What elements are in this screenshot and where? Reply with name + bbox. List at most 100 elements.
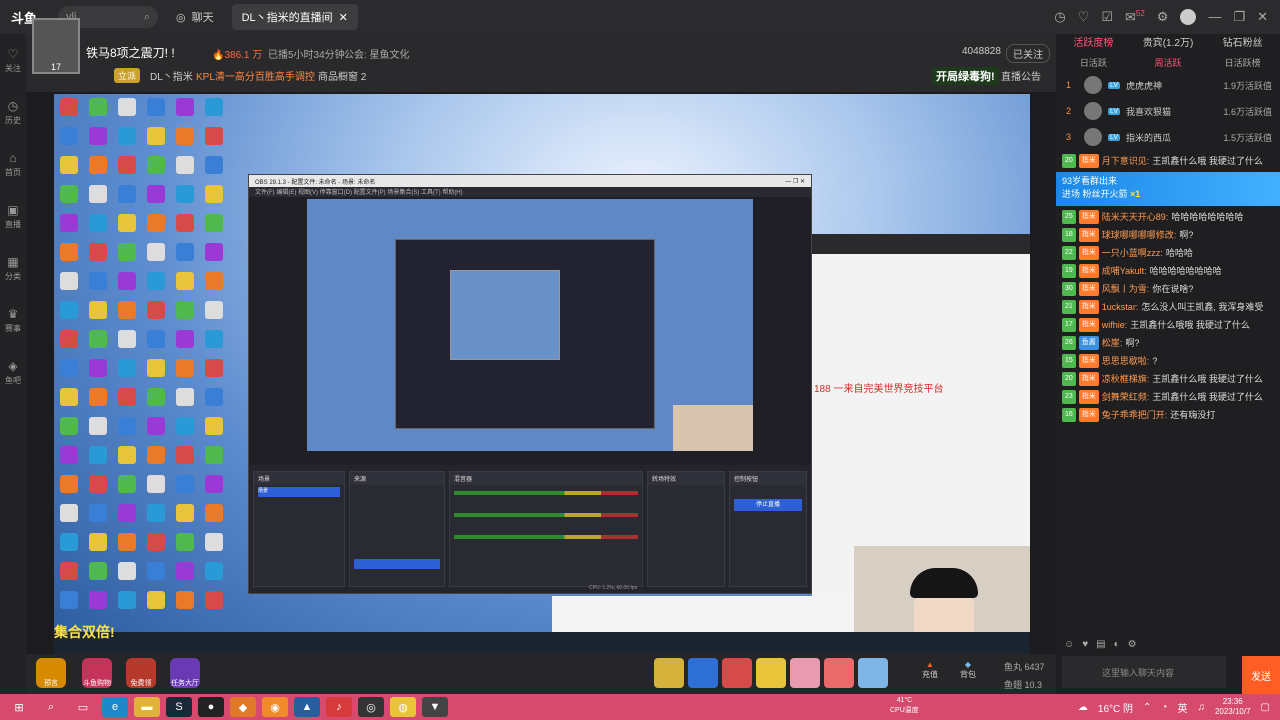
- color-icon[interactable]: ◐: [1114, 639, 1120, 650]
- desktop-app-icon: [176, 359, 194, 377]
- weather-icon[interactable]: ☁: [1078, 702, 1088, 713]
- minimize-icon[interactable]: —: [1208, 9, 1221, 25]
- emoji-icon[interactable]: ☺: [1064, 639, 1074, 650]
- task-view-icon[interactable]: ▭: [70, 697, 96, 717]
- app-icon[interactable]: ◍: [390, 697, 416, 717]
- home-icon: ⌂: [9, 150, 17, 165]
- chat-nickname[interactable]: 思思思歇啦:: [1102, 354, 1150, 368]
- fan-badge: 指米: [1078, 408, 1099, 422]
- barrage-icon[interactable]: ▤: [1096, 639, 1105, 650]
- gift-label: 预言: [44, 680, 58, 687]
- up-arrow-icon[interactable]: ⌃: [1143, 702, 1151, 713]
- clock[interactable]: 23:36 2023/10/7: [1215, 697, 1251, 717]
- chat-nickname[interactable]: 月下意识见:: [1102, 154, 1150, 168]
- douyu-icon[interactable]: ◉: [262, 697, 288, 717]
- settings-icon[interactable]: ⚙: [1157, 9, 1169, 25]
- subtab-daily-rank[interactable]: 日活跃榜: [1205, 54, 1280, 72]
- gift-item[interactable]: [824, 658, 854, 688]
- app-icon[interactable]: ▼: [422, 697, 448, 717]
- chat-nickname[interactable]: 兔子乖乖把门开:: [1102, 408, 1168, 422]
- tab-activity-rank[interactable]: 活跃度榜: [1056, 34, 1131, 54]
- gift-icon[interactable]: ✉52: [1125, 9, 1145, 25]
- nav-follow[interactable]: ♡ 关注: [0, 34, 26, 86]
- chat-nickname[interactable]: 陆米天天开心89:: [1102, 210, 1169, 224]
- tab-live-room[interactable]: DL丶指米的直播间 ✕: [231, 4, 358, 30]
- fan-badge-icon[interactable]: ♥: [1082, 639, 1088, 650]
- gift-item[interactable]: [722, 658, 752, 688]
- steam-icon[interactable]: S: [166, 697, 192, 717]
- user-avatar-icon[interactable]: [1180, 8, 1197, 25]
- search-icon[interactable]: ⌕: [144, 11, 150, 24]
- nav-match[interactable]: ♛ 赛事: [0, 294, 26, 346]
- network-icon[interactable]: ◔: [1161, 702, 1167, 713]
- chat-nickname[interactable]: 一只小蓝啊zzz:: [1102, 246, 1163, 260]
- tab-chat[interactable]: ◎ 聊天: [166, 4, 224, 30]
- live-icon: ▣: [7, 202, 19, 217]
- rank-row[interactable]: 3 LV 指米的西瓜 1.5万活跃值: [1056, 124, 1280, 150]
- task-icon[interactable]: ☑: [1101, 9, 1113, 25]
- rank-row[interactable]: 2 LV 我喜欢狠猫 1.6万活跃值: [1056, 98, 1280, 124]
- restore-icon[interactable]: ❐: [1233, 9, 1245, 25]
- ime-language[interactable]: 英: [1177, 700, 1187, 715]
- nav-category[interactable]: ▦ 分类: [0, 242, 26, 294]
- chat-nickname[interactable]: wifhie:: [1102, 318, 1128, 332]
- windows-start-icon[interactable]: ⊞: [6, 697, 32, 717]
- chat-nickname[interactable]: 成哺Yakult:: [1102, 264, 1147, 278]
- streamer-avatar[interactable]: 17: [32, 18, 80, 74]
- gift-item[interactable]: [654, 658, 684, 688]
- free-gift-button[interactable]: 免费领: [126, 658, 156, 688]
- audio-meter: [454, 513, 638, 517]
- predict-button[interactable]: 预言: [36, 658, 66, 688]
- nav-home[interactable]: ⌂ 首页: [0, 138, 26, 190]
- chat-nickname[interactable]: 剑舞荣红频:: [1102, 390, 1150, 404]
- send-button[interactable]: 发送: [1242, 656, 1280, 694]
- chat-nickname[interactable]: 松崖:: [1102, 336, 1123, 350]
- gift-item[interactable]: [688, 658, 718, 688]
- netease-icon[interactable]: ♪: [326, 697, 352, 717]
- task-hall-button[interactable]: 任务大厅: [170, 658, 200, 688]
- app-icon[interactable]: ▲: [294, 697, 320, 717]
- chat-nickname[interactable]: 风飘丨为雪:: [1102, 282, 1150, 296]
- streamer-name[interactable]: DL丶指米: [150, 68, 193, 83]
- tab-diamond-fans[interactable]: 钻石粉丝: [1205, 34, 1280, 54]
- gift-item[interactable]: [858, 658, 888, 688]
- gift-item[interactable]: [756, 658, 786, 688]
- promo-banner[interactable]: 开局绿毒狗!: [932, 67, 999, 85]
- close-tab-icon[interactable]: ✕: [339, 11, 348, 24]
- nav-history[interactable]: ◷ 历史: [0, 86, 26, 138]
- history-icon[interactable]: ◷: [1054, 9, 1065, 25]
- yuchi-balance: 鱼翅 10.3: [1004, 678, 1042, 691]
- obs-icon[interactable]: ●: [198, 697, 224, 717]
- subtab-weekly[interactable]: 周活跃: [1131, 54, 1206, 72]
- rank-row[interactable]: 1 LV 虎虎虎神 1.9万活跃值: [1056, 72, 1280, 98]
- gift-item[interactable]: [790, 658, 820, 688]
- search-icon[interactable]: ⌕: [38, 697, 64, 717]
- desktop-app-icon: [60, 591, 78, 609]
- setting-icon[interactable]: ⚙: [1128, 639, 1137, 650]
- nav-fishbar[interactable]: ◈ 鱼吧: [0, 346, 26, 398]
- folder-icon[interactable]: ▬: [134, 697, 160, 717]
- recharge-button[interactable]: ▲ 充值: [922, 660, 938, 680]
- subtab-daily[interactable]: 日活跃: [1056, 54, 1131, 72]
- chat-nickname[interactable]: 1uckstar:: [1102, 300, 1139, 314]
- heart-icon[interactable]: ♡: [1078, 9, 1090, 25]
- chat-input[interactable]: 这里输入聊天内容: [1062, 656, 1226, 688]
- edge-icon[interactable]: e: [102, 697, 128, 717]
- backpack-button[interactable]: ◆ 背包: [960, 660, 976, 680]
- chat-nickname[interactable]: 凉秋框梯旗:: [1102, 372, 1150, 386]
- video-player[interactable]: OBS 29.1.3 - 配置文件: 未命名 - 场景: 未命名 — ❐ ✕ 文件…: [54, 94, 1030, 654]
- announcement-link[interactable]: 直播公告: [1001, 68, 1041, 83]
- app-icon[interactable]: ◎: [358, 697, 384, 717]
- shop-button[interactable]: 斗鱼购物: [82, 658, 112, 688]
- notification-icon[interactable]: ▢: [1261, 702, 1270, 713]
- tab-vip[interactable]: 贵宾(1.2万): [1131, 34, 1206, 54]
- volume-icon[interactable]: ♫: [1197, 702, 1205, 713]
- shop-window-link[interactable]: 商品橱窗 2: [318, 68, 366, 83]
- chat-nickname[interactable]: 球球哪哪哪哪修改:: [1102, 228, 1177, 242]
- nav-live[interactable]: ▣ 直播: [0, 190, 26, 242]
- obs-statusbar: CPU: 1.2%, 60.00 fps: [589, 585, 638, 591]
- follow-button[interactable]: 已关注: [1006, 44, 1050, 63]
- close-icon[interactable]: ✕: [1257, 9, 1268, 25]
- kpl-tag[interactable]: KPL清一高分百胜高手调控: [196, 68, 315, 83]
- app-icon[interactable]: ◆: [230, 697, 256, 717]
